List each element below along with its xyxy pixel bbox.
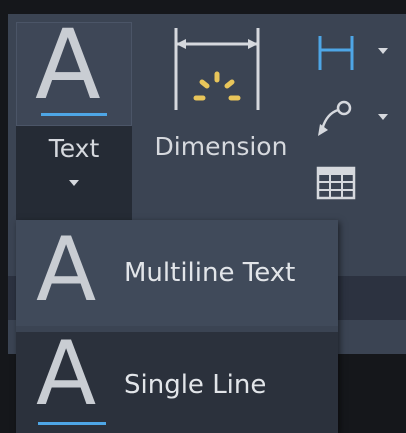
menu-item-single-line[interactable]: A Single Line (16, 322, 338, 433)
menu-item-label: Multiline Text (124, 258, 296, 288)
dimension-icon (174, 28, 260, 110)
single-line-text-icon: A (36, 322, 97, 425)
single-line-icon-underline (38, 422, 106, 425)
text-A-icon: A (35, 9, 101, 121)
table-button[interactable] (314, 162, 394, 206)
menu-item-multiline-text[interactable]: A Multiline Text (16, 220, 338, 326)
text-button-dropdown[interactable]: Text (16, 126, 132, 220)
dimension-button-label: Dimension (154, 132, 288, 161)
chevron-down-icon (378, 114, 388, 120)
table-icon (316, 166, 356, 200)
multiline-text-icon: A (36, 218, 97, 321)
menu-item-label: Single Line (124, 370, 267, 400)
chevron-down-icon (378, 48, 388, 54)
linear-dimension-icon (318, 36, 354, 70)
autocad-ribbon-screenshot: A Text Dimension A Multiline Text A Sing… (0, 0, 406, 433)
leader-dropdown[interactable] (314, 96, 394, 140)
text-icon-underline (41, 113, 107, 116)
text-split-button[interactable]: A Text (16, 17, 132, 220)
text-button-label: Text (48, 134, 100, 163)
text-dropdown-menu: A Multiline Text A Single Line (16, 220, 338, 433)
linear-dimension-dropdown[interactable] (314, 30, 394, 74)
chevron-down-icon (69, 180, 79, 186)
leader-icon (318, 100, 352, 136)
text-button-main[interactable]: A (16, 17, 132, 126)
dimension-button[interactable]: Dimension (136, 22, 306, 182)
